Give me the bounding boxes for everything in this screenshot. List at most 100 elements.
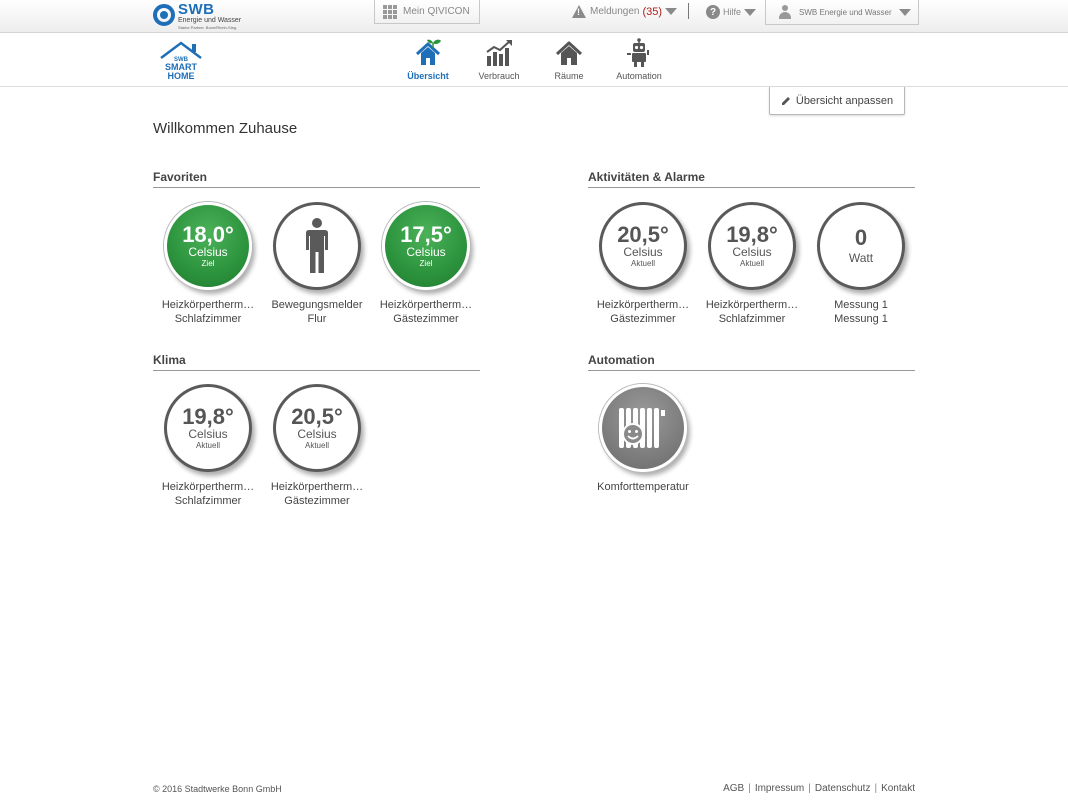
tile-value: 0 <box>854 225 868 250</box>
tile-heizkoerper-schlafzimmer-aktuell[interactable]: 19,8° Celsius Aktuell Heizkörpertherm… S… <box>698 202 806 326</box>
tile-sub: Aktuell <box>739 258 764 268</box>
chevron-down-icon <box>898 8 911 16</box>
brand-ring-icon <box>153 4 175 26</box>
logo-text: SWB SMART HOME <box>158 57 204 81</box>
nav-label: Übersicht <box>407 71 449 81</box>
brand-subtitle: Energie und Wasser <box>178 17 242 24</box>
tile-messung-1[interactable]: 0 Watt Messung 1 Messung 1 <box>807 202 915 326</box>
tile-value: 19,8° <box>726 221 778 247</box>
tile-unit: Celsius <box>188 244 228 259</box>
brand-name: SWB <box>178 1 215 18</box>
tile-name: Heizkörpertherm… <box>705 299 799 311</box>
main-nav: SWB SMART HOME Übersicht Verbrauch Räume… <box>0 34 1068 87</box>
customize-overview-button[interactable]: Übersicht anpassen <box>769 87 905 115</box>
thermostat-current-circle: 19,8° Celsius Aktuell <box>708 202 796 290</box>
tile-name: Heizkörpertherm… <box>596 299 690 311</box>
tile-unit: Watt <box>848 251 874 265</box>
section-title-aktivitaeten: Aktivitäten & Alarme <box>588 170 705 184</box>
nav-item-verbrauch[interactable]: Verbrauch <box>469 38 529 84</box>
pencil-icon <box>781 96 790 105</box>
footer-separator: | <box>808 783 811 794</box>
section-title-favoriten: Favoriten <box>153 170 208 184</box>
tile-room: Schlafzimmer <box>174 495 242 507</box>
help-menu[interactable]: ? Hilfe <box>706 5 757 19</box>
section-divider <box>153 187 480 188</box>
section-title-klima: Klima <box>153 353 186 367</box>
brand-logo[interactable]: SWB Energie und Wasser Starke Partner. B… <box>153 1 242 31</box>
tile-name: Komforttemperatur <box>597 481 689 493</box>
tile-sub: Aktuell <box>630 258 655 268</box>
tile-sub: Ziel <box>201 258 215 268</box>
thermostat-target-circle: 17,5° Celsius Ziel <box>382 202 470 290</box>
app-grid-icon <box>383 4 397 19</box>
tile-room: Schlafzimmer <box>718 313 786 325</box>
alerts-menu[interactable]: Meldungen (35) <box>572 5 678 18</box>
radiator-smile-icon <box>619 408 665 448</box>
nav-label: Räume <box>554 71 584 81</box>
tile-room: Messung 1 <box>834 313 888 325</box>
automation-scene-circle <box>599 384 687 472</box>
thermostat-current-circle: 19,8° Celsius Aktuell <box>164 384 252 472</box>
logo-line-3: HOME <box>167 71 195 81</box>
tile-value: 20,5° <box>617 221 669 247</box>
footer-copyright: © 2016 Stadtwerke Bonn GmbH <box>153 784 282 794</box>
alerts-count: (35) <box>642 5 663 18</box>
tile-klima-schlafzimmer[interactable]: 19,8° Celsius Aktuell Heizkörpertherm… S… <box>154 384 262 508</box>
bar-chart-icon <box>486 40 512 66</box>
brand-tagline: Starke Partner. Bonn/Rhein-Sieg. <box>178 25 238 30</box>
smart-home-logo[interactable]: SWB SMART HOME <box>158 40 204 82</box>
tile-room: Schlafzimmer <box>174 313 242 325</box>
warning-icon <box>572 5 586 18</box>
chevron-down-icon <box>665 8 678 15</box>
tile-heizkoerper-gaestezimmer-ziel[interactable]: 17,5° Celsius Ziel Heizkörpertherm… Gäst… <box>372 202 480 326</box>
footer-link-kontakt[interactable]: Kontakt <box>881 783 915 794</box>
mein-qivicon-button[interactable]: Mein QIVICON <box>374 0 480 24</box>
section-divider <box>588 370 915 371</box>
page-title: Willkommen Zuhause <box>153 120 298 137</box>
footer-separator: | <box>874 783 878 794</box>
account-menu-button[interactable]: SWB Energie und Wasser <box>765 0 919 25</box>
tile-room: Gästezimmer <box>284 495 350 507</box>
tile-name: Heizkörpertherm… <box>161 299 255 311</box>
nav-item-raeume[interactable]: Räume <box>539 38 599 84</box>
tile-value: 20,5° <box>291 403 343 429</box>
section-divider <box>588 187 915 188</box>
footer-link-impressum[interactable]: Impressum <box>755 783 804 794</box>
tile-heizkoerper-schlafzimmer-ziel[interactable]: 18,0° Celsius Ziel Heizkörpertherm… Schl… <box>154 202 262 326</box>
topbar-divider <box>688 3 689 19</box>
footer-link-datenschutz[interactable]: Datenschutz <box>815 783 871 794</box>
tile-unit: Celsius <box>732 244 772 259</box>
nav-label: Verbrauch <box>478 71 520 81</box>
footer-link-agb[interactable]: AGB <box>723 783 744 794</box>
tile-value: 19,8° <box>182 403 234 429</box>
qivicon-label: Mein QIVICON <box>403 6 470 17</box>
person-icon <box>306 218 328 273</box>
tile-sub: Ziel <box>419 258 433 268</box>
tile-unit: Celsius <box>188 426 228 441</box>
account-label: SWB Energie und Wasser <box>799 7 892 17</box>
tile-klima-gaestezimmer[interactable]: 20,5° Celsius Aktuell Heizkörpertherm… G… <box>263 384 371 508</box>
question-icon: ? <box>706 5 720 19</box>
thermostat-current-circle: 20,5° Celsius Aktuell <box>599 202 687 290</box>
tile-name: Heizkörpertherm… <box>161 481 255 493</box>
tile-value: 17,5° <box>400 221 452 247</box>
power-meter-circle: 0 Watt <box>817 202 905 290</box>
help-label: Hilfe <box>723 7 742 17</box>
tile-room: Gästezimmer <box>610 313 676 325</box>
section-divider <box>153 370 480 371</box>
tile-room: Flur <box>307 313 327 325</box>
nav-item-automation[interactable]: Automation <box>609 38 669 84</box>
nav-item-uebersicht[interactable]: Übersicht <box>398 38 458 84</box>
tile-komforttemperatur[interactable]: Komforttemperatur <box>589 384 697 494</box>
section-title-automation: Automation <box>588 353 655 367</box>
tile-heizkoerper-gaestezimmer-aktuell[interactable]: 20,5° Celsius Aktuell Heizkörpertherm… G… <box>589 202 697 326</box>
tile-sub: Aktuell <box>195 440 220 450</box>
tile-name: Heizkörpertherm… <box>270 481 364 493</box>
thermostat-current-circle: 20,5° Celsius Aktuell <box>273 384 361 472</box>
tile-sub: Aktuell <box>304 440 329 450</box>
footer-separator: | <box>748 783 751 794</box>
tile-value: 18,0° <box>182 221 234 247</box>
tile-bewegungsmelder-flur[interactable]: Bewegungsmelder Flur <box>263 202 371 326</box>
house-plant-icon <box>415 39 441 65</box>
motion-sensor-circle <box>273 202 361 290</box>
